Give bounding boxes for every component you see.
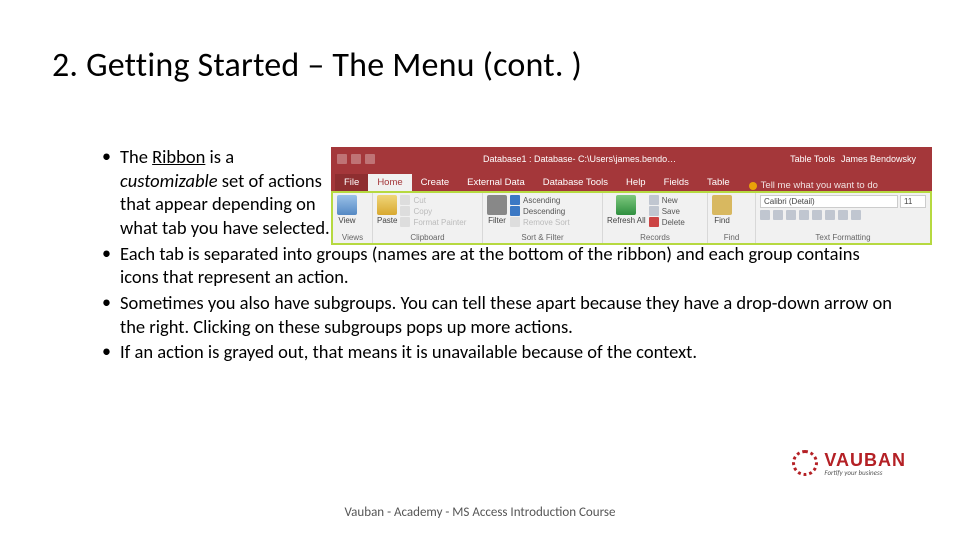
del-label: Delete <box>662 218 685 227</box>
desc-label: Descending <box>523 207 565 216</box>
refresh-button[interactable]: Refresh All <box>607 195 646 225</box>
b1-ribbon: Ribbon <box>152 145 205 168</box>
tell-me-search[interactable]: Tell me what you want to do <box>749 180 878 191</box>
rem-label: Remove Sort <box>523 218 570 227</box>
bold-icon[interactable] <box>760 210 770 220</box>
underline-icon[interactable] <box>786 210 796 220</box>
cut-button[interactable]: Cut <box>400 195 466 205</box>
footer-text: Vauban - Academy - MS Access Introductio… <box>0 505 960 520</box>
contextual-tab-label: Table Tools <box>790 154 835 164</box>
painter-label: Format Painter <box>413 218 466 227</box>
ascending-icon <box>510 195 520 205</box>
group-records: Refresh All New Save Delete Records <box>603 193 708 243</box>
group-views-label: Views <box>337 233 368 243</box>
b1-custom: customizable <box>120 169 218 192</box>
b1-pre: The <box>120 145 152 168</box>
fill-color-icon[interactable] <box>851 210 861 220</box>
ascending-button[interactable]: Ascending <box>510 195 570 205</box>
filter-icon <box>487 195 507 215</box>
filter-button[interactable]: Filter <box>487 195 507 225</box>
remove-sort-button[interactable]: Remove Sort <box>510 217 570 227</box>
new-label: New <box>662 196 678 205</box>
save-icon[interactable] <box>337 154 347 164</box>
page-title: 2. Getting Started – The Menu (cont. ) <box>0 0 960 86</box>
tell-me-label: Tell me what you want to do <box>761 180 878 191</box>
descending-button[interactable]: Descending <box>510 206 570 216</box>
window-title: Database1 : Database- C:\Users\james.ben… <box>375 154 784 164</box>
group-find-label: Find <box>712 233 751 243</box>
new-button[interactable]: New <box>649 195 685 205</box>
font-size-selector[interactable]: 11 <box>900 195 926 208</box>
find-button[interactable]: Find <box>712 195 732 225</box>
paste-label: Paste <box>377 216 397 225</box>
italic-icon[interactable] <box>773 210 783 220</box>
tab-table[interactable]: Table <box>698 174 739 191</box>
tab-help[interactable]: Help <box>617 174 655 191</box>
new-icon <box>649 195 659 205</box>
bullet-4: If an action is grayed out, that means i… <box>96 340 900 364</box>
group-sortfilter-label: Sort & Filter <box>487 233 598 243</box>
refresh-icon <box>616 195 636 215</box>
group-textfmt-label: Text Formatting <box>760 233 926 243</box>
align-center-icon[interactable] <box>825 210 835 220</box>
cut-label: Cut <box>413 196 425 205</box>
ribbon-tabs: File Home Create External Data Database … <box>331 171 932 191</box>
ribbon-screenshot: Database1 : Database- C:\Users\james.ben… <box>331 147 932 245</box>
view-button[interactable]: View <box>337 195 357 225</box>
group-clipboard: Paste Cut Copy Format Painter Clipboard <box>373 193 483 243</box>
paste-button[interactable]: Paste <box>377 195 397 225</box>
font-color-icon[interactable] <box>799 210 809 220</box>
remove-sort-icon <box>510 217 520 227</box>
copy-label: Copy <box>413 207 432 216</box>
group-find: Find Find <box>708 193 756 243</box>
titlebar: Database1 : Database- C:\Users\james.ben… <box>331 147 932 171</box>
find-icon <box>712 195 732 215</box>
gear-icon <box>792 450 818 476</box>
user-name[interactable]: James Bendowsky <box>841 154 926 164</box>
delete-icon <box>649 217 659 227</box>
font-selector[interactable]: Calibri (Detail) <box>760 195 898 208</box>
group-clipboard-label: Clipboard <box>377 233 478 243</box>
align-left-icon[interactable] <box>812 210 822 220</box>
tab-home[interactable]: Home <box>368 174 411 191</box>
tab-file[interactable]: File <box>335 174 368 191</box>
tab-database-tools[interactable]: Database Tools <box>534 174 617 191</box>
tab-create[interactable]: Create <box>412 174 459 191</box>
filter-label: Filter <box>488 216 506 225</box>
group-sort-filter: Filter Ascending Descending Remove Sort … <box>483 193 603 243</box>
descending-icon <box>510 206 520 216</box>
copy-icon <box>400 206 410 216</box>
save-record-button[interactable]: Save <box>649 206 685 216</box>
view-icon <box>337 195 357 215</box>
group-text-formatting: Calibri (Detail) 11 Text Formatting <box>756 193 930 243</box>
refresh-label: Refresh All <box>607 216 646 225</box>
align-right-icon[interactable] <box>838 210 848 220</box>
tab-external-data[interactable]: External Data <box>458 174 534 191</box>
paste-icon <box>377 195 397 215</box>
group-views: View Views <box>333 193 373 243</box>
save-label: Save <box>662 207 680 216</box>
b1-mid: is a <box>205 145 234 168</box>
bullet-3: Sometimes you also have subgroups. You c… <box>96 291 900 338</box>
find-label: Find <box>714 216 730 225</box>
quick-access-toolbar <box>337 154 375 164</box>
format-painter-button[interactable]: Format Painter <box>400 217 466 227</box>
asc-label: Ascending <box>523 196 560 205</box>
logo-name: VAUBAN <box>824 451 906 469</box>
bullet-2: Each tab is separated into groups (names… <box>96 242 900 289</box>
vauban-logo: VAUBAN Fortify your business <box>792 450 906 476</box>
copy-button[interactable]: Copy <box>400 206 466 216</box>
undo-icon[interactable] <box>351 154 361 164</box>
cut-icon <box>400 195 410 205</box>
ribbon-body: View Views Paste Cut Copy Format Painter… <box>331 191 932 245</box>
group-records-label: Records <box>607 233 703 243</box>
logo-tagline: Fortify your business <box>824 469 906 476</box>
painter-icon <box>400 217 410 227</box>
delete-button[interactable]: Delete <box>649 217 685 227</box>
save-record-icon <box>649 206 659 216</box>
redo-icon[interactable] <box>365 154 375 164</box>
tab-fields[interactable]: Fields <box>655 174 698 191</box>
view-label: View <box>338 216 355 225</box>
lightbulb-icon <box>749 182 757 190</box>
